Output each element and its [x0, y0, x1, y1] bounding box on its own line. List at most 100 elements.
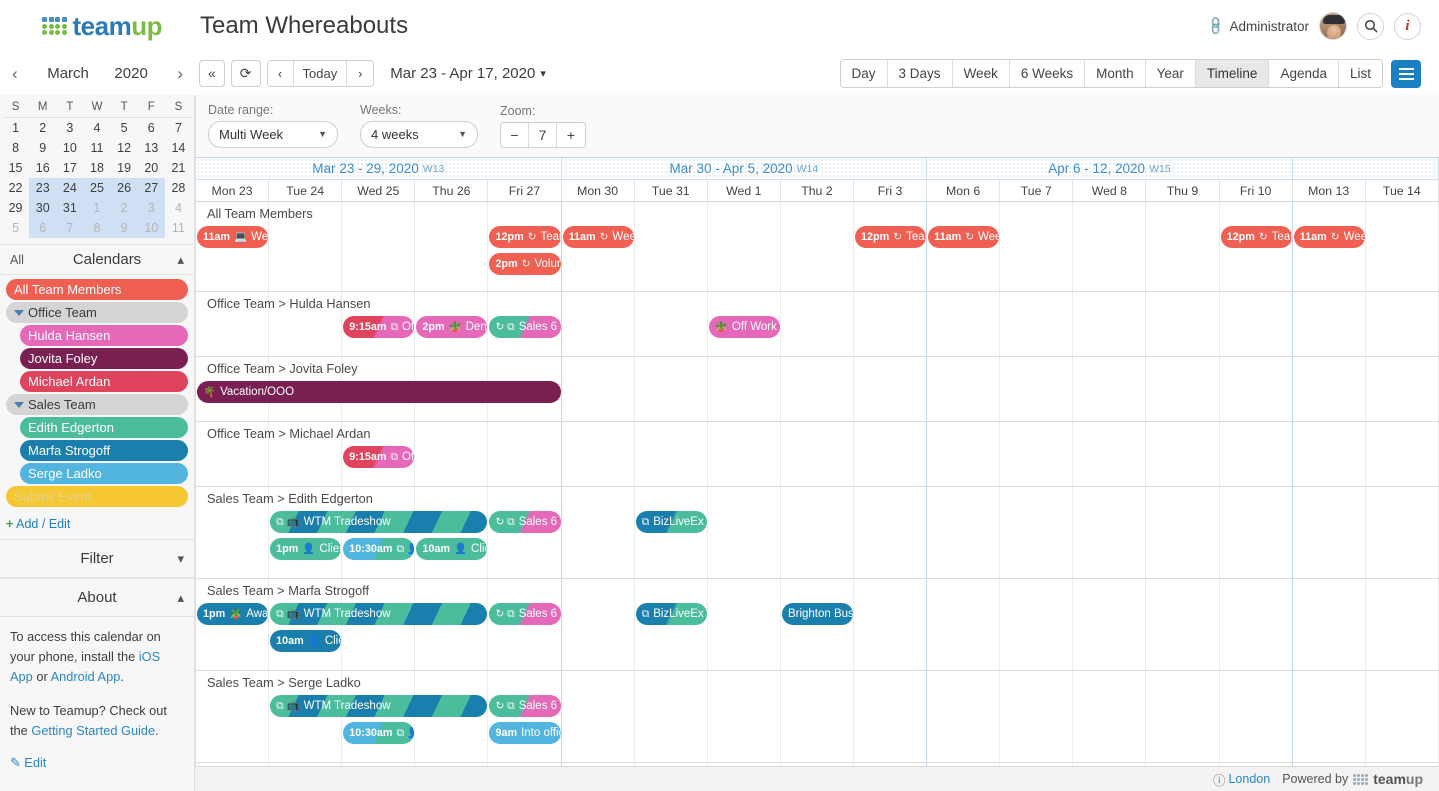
mini-cal-day[interactable]: 8: [83, 218, 111, 238]
mini-cal-day[interactable]: 30: [29, 198, 57, 218]
mini-cal-day[interactable]: 25: [83, 178, 111, 198]
teamup-logo[interactable]: teamup: [42, 11, 162, 42]
calendar-event[interactable]: 12pm↻Team: [855, 226, 927, 248]
view-button-agenda[interactable]: Agenda: [1269, 60, 1339, 87]
day-column-header[interactable]: Tue 31: [635, 180, 708, 201]
mini-cal-day[interactable]: 29: [2, 198, 29, 218]
mini-cal-day[interactable]: 20: [138, 158, 165, 178]
mini-cal-day[interactable]: 9: [29, 138, 56, 158]
view-button-week[interactable]: Week: [952, 60, 1010, 87]
day-column-header[interactable]: Tue 14: [1366, 180, 1439, 201]
calendar-event[interactable]: 1pm👤Clien: [270, 538, 342, 560]
mini-cal-day[interactable]: 19: [111, 158, 138, 178]
calendar-event[interactable]: 2pm🪴Dent: [416, 316, 488, 338]
calendar-event[interactable]: 10:30am⧉ 👤: [343, 538, 415, 560]
calendar-event[interactable]: 10am👤Clie: [416, 538, 488, 560]
day-column-header[interactable]: Wed 25: [342, 180, 416, 201]
getting-started-guide-link[interactable]: Getting Started Guide: [31, 723, 155, 738]
mini-cal-day[interactable]: 24: [56, 178, 84, 198]
view-button-6-weeks[interactable]: 6 Weeks: [1009, 60, 1086, 87]
calendar-item-office-team[interactable]: Office Team: [6, 302, 188, 323]
mini-cal-day[interactable]: 11: [165, 218, 192, 238]
calendar-event[interactable]: 11am ↻ Wee: [928, 226, 1000, 248]
calendar-item-edith-edgerton[interactable]: Edith Edgerton: [20, 417, 188, 438]
calendar-event[interactable]: ⧉ BizLiveEx: [635, 511, 707, 533]
day-column-header[interactable]: Fri 3: [854, 180, 928, 201]
calendar-event[interactable]: 10:30am⧉ 👤: [343, 722, 415, 744]
mini-cal-day[interactable]: 1: [83, 198, 111, 218]
calendar-event[interactable]: 2pm ↻ Volun: [489, 253, 561, 275]
timezone-link[interactable]: ⓘ London: [1213, 770, 1270, 789]
chevron-up-icon[interactable]: ▴: [164, 252, 184, 268]
mini-cal-day[interactable]: 27: [137, 178, 165, 198]
info-icon[interactable]: i: [1394, 12, 1421, 40]
weeks-select[interactable]: 4 weeks ▼: [360, 121, 478, 148]
mini-cal-day[interactable]: 2: [29, 118, 56, 139]
mini-cal-day[interactable]: 22: [2, 178, 29, 198]
view-button-3-days[interactable]: 3 Days: [887, 60, 953, 87]
prev-period-button[interactable]: ‹: [267, 61, 294, 86]
view-button-list[interactable]: List: [1338, 60, 1382, 87]
calendar-event[interactable]: 9:15am⧉Off: [343, 446, 415, 468]
hamburger-menu-icon[interactable]: [1391, 59, 1421, 88]
mini-cal-day[interactable]: 17: [56, 158, 83, 178]
refresh-button[interactable]: ⟳: [230, 60, 261, 87]
mini-cal-day[interactable]: 2: [110, 198, 138, 218]
calendar-event[interactable]: 12pm↻Team: [1220, 226, 1292, 248]
view-button-month[interactable]: Month: [1085, 60, 1146, 87]
android-app-link[interactable]: Android App: [51, 669, 121, 684]
view-button-year[interactable]: Year: [1145, 60, 1196, 87]
day-column-header[interactable]: Fri 10: [1220, 180, 1293, 201]
day-column-header[interactable]: Mon 30: [562, 180, 635, 201]
calendar-event[interactable]: Brighton Bus: [781, 603, 854, 625]
today-button[interactable]: Today: [293, 61, 348, 86]
mini-cal-day[interactable]: 5: [111, 118, 138, 139]
calendar-event[interactable]: ⧉ 📺 WTM Tradeshow: [270, 603, 488, 625]
mini-cal-day[interactable]: 9: [110, 218, 138, 238]
next-period-button[interactable]: ›: [347, 61, 374, 86]
day-column-header[interactable]: Thu 9: [1146, 180, 1220, 201]
mini-cal-day[interactable]: 6: [138, 118, 165, 139]
mini-cal-day[interactable]: 3: [137, 198, 165, 218]
day-column-header[interactable]: Mon 23: [196, 180, 270, 201]
date-range-select[interactable]: Multi Week ▼: [208, 121, 338, 148]
mini-cal-day[interactable]: 4: [83, 118, 110, 139]
calendar-item-sales-team[interactable]: Sales Team: [6, 394, 188, 415]
mini-cal-day[interactable]: 10: [137, 218, 165, 238]
calendar-event[interactable]: ↻ ⧉ Sales 6: [489, 511, 561, 533]
mini-cal-day[interactable]: 18: [83, 158, 110, 178]
zoom-decrease-button[interactable]: −: [501, 123, 529, 147]
day-column-header[interactable]: Wed 8: [1073, 180, 1147, 201]
day-column-header[interactable]: Thu 26: [415, 180, 489, 201]
day-column-header[interactable]: Thu 2: [781, 180, 854, 201]
calendar-event[interactable]: 🌴 Vacation/OOO: [197, 381, 561, 403]
view-button-timeline[interactable]: Timeline: [1195, 60, 1270, 87]
calendar-event[interactable]: ⧉ 📺 WTM Tradeshow: [270, 511, 488, 533]
calendar-event[interactable]: ↻ ⧉ Sales 6: [489, 695, 561, 717]
mini-cal-day[interactable]: 7: [56, 218, 84, 238]
mini-cal-day[interactable]: 12: [111, 138, 138, 158]
view-button-day[interactable]: Day: [840, 60, 888, 87]
about-edit-link[interactable]: ✎ Edit: [0, 751, 194, 775]
day-column-header[interactable]: Mon 6: [927, 180, 1001, 201]
calendar-event[interactable]: ⧉ BizLiveEx: [635, 603, 707, 625]
mini-cal-day[interactable]: 28: [165, 178, 192, 198]
day-column-header[interactable]: Tue 24: [269, 180, 343, 201]
mini-cal-day[interactable]: 15: [2, 158, 29, 178]
calendar-event[interactable]: 9am Into offic: [489, 722, 561, 744]
administrator-link[interactable]: 🔗 Administrator: [1205, 15, 1309, 37]
calendar-event[interactable]: ↻ ⧉ Sales 6: [489, 316, 561, 338]
calendar-event[interactable]: 11am ↻ Wee: [1293, 226, 1365, 248]
mini-cal-day[interactable]: 4: [165, 198, 192, 218]
calendar-item-jovita-foley[interactable]: Jovita Foley: [20, 348, 188, 369]
mini-cal-day[interactable]: 26: [110, 178, 138, 198]
mini-cal-day[interactable]: 8: [2, 138, 29, 158]
mini-cal-day[interactable]: 16: [29, 158, 56, 178]
calendar-item-michael-ardan[interactable]: Michael Ardan: [20, 371, 188, 392]
calendar-item-serge-ladko[interactable]: Serge Ladko: [20, 463, 188, 484]
mini-cal-day[interactable]: 13: [138, 138, 165, 158]
next-month-button[interactable]: ›: [173, 64, 187, 84]
calendar-item-marfa-strogoff[interactable]: Marfa Strogoff: [20, 440, 188, 461]
calendar-event[interactable]: 11am ↻ Wee: [562, 226, 634, 248]
day-column-header[interactable]: Wed 1: [708, 180, 781, 201]
